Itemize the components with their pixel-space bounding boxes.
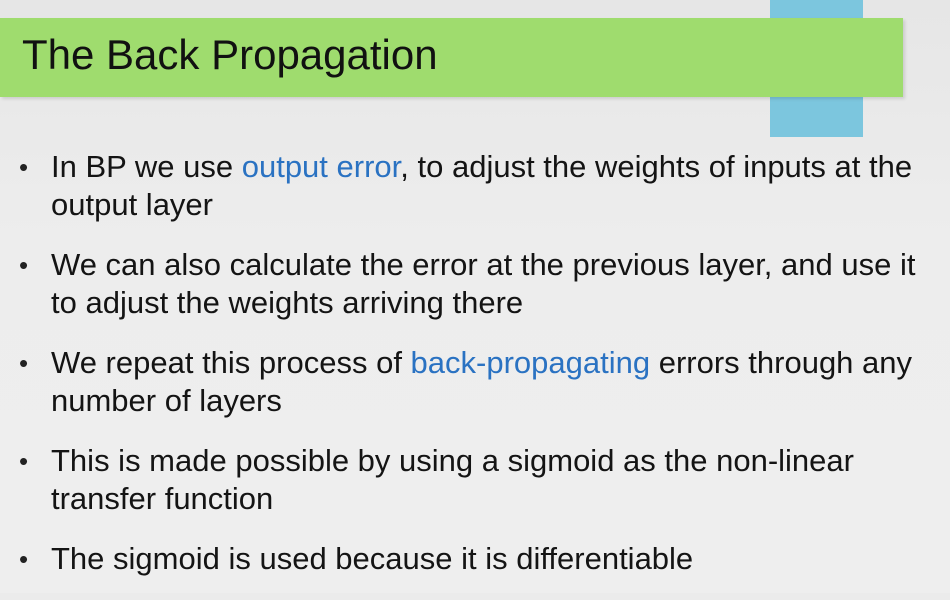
bullet-list: • In BP we use output error, to adjust th… xyxy=(0,148,950,600)
bullet-item: • This is made possible by using a sigmoi… xyxy=(0,442,941,518)
slide: The Back Propagation • In BP we use outpu… xyxy=(0,0,950,593)
bullet-icon: • xyxy=(19,250,29,280)
slide-title: The Back Propagation xyxy=(22,31,438,78)
bullet-text: The sigmoid is used because it is differ… xyxy=(51,541,694,576)
bullet-icon: • xyxy=(19,348,29,378)
bullet-icon: • xyxy=(19,152,29,182)
bullet-icon: • xyxy=(19,446,29,476)
bullet-highlight: output error xyxy=(241,149,401,184)
bullet-icon: • xyxy=(19,544,29,574)
bullet-item: • We repeat this process of back-propagat… xyxy=(0,344,941,420)
bullet-item: • The sigmoid is used because it is diffe… xyxy=(0,540,941,578)
bullet-text: We repeat this process of xyxy=(51,345,411,380)
bullet-item: • We can also calculate the error at the … xyxy=(0,246,941,322)
bullet-highlight: back-propagating xyxy=(410,345,651,380)
bullet-text: This is made possible by using a sigmoid… xyxy=(51,443,854,516)
bullet-text: We can also calculate the error at the p… xyxy=(51,247,916,320)
bullet-item: • In BP we use output error, to adjust th… xyxy=(0,148,941,224)
bullet-text: In BP we use xyxy=(51,149,242,184)
